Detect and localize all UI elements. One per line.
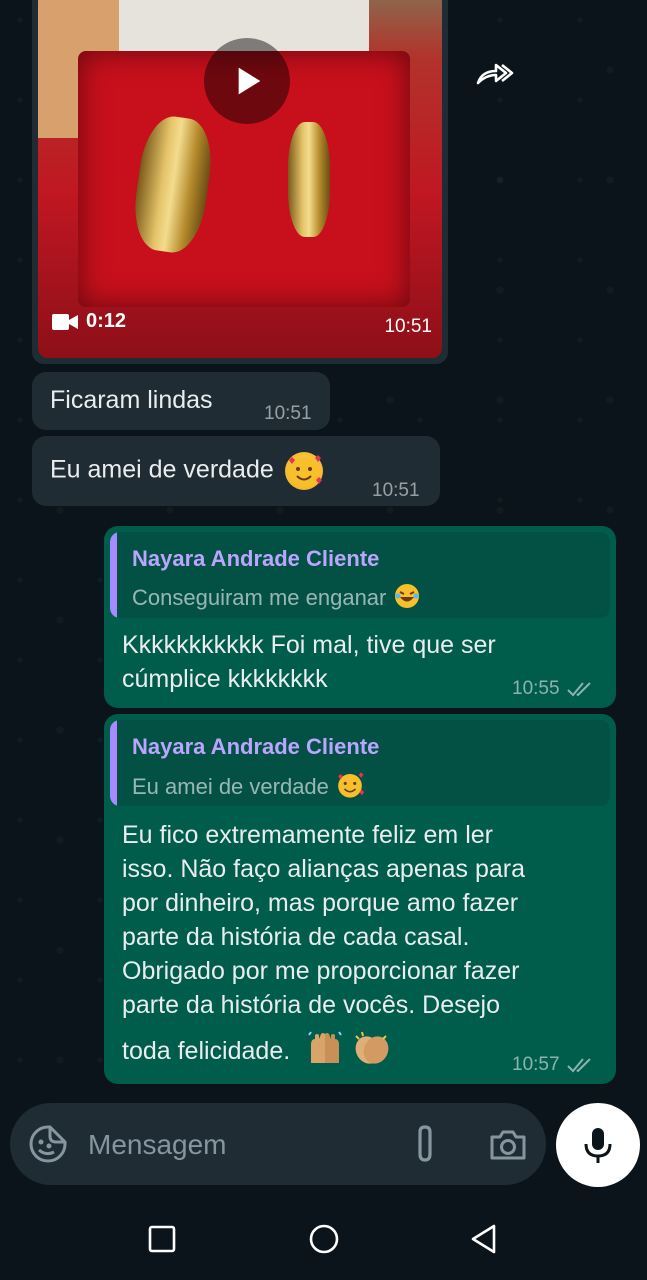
- message-input[interactable]: [86, 1121, 390, 1169]
- quoted-message[interactable]: Nayara Andrade Cliente Conseguiram me en…: [110, 532, 610, 618]
- video-timestamp: 10:51: [384, 316, 432, 337]
- message-line: Obrigado por me proporcionar fazer: [122, 957, 520, 985]
- message-line: isso. Não faço alianças apenas para: [122, 855, 526, 883]
- incoming-message[interactable]: Eu amei de verdade 10:51: [32, 436, 440, 506]
- double-check-icon: [566, 682, 591, 697]
- message-line: parte da história de cada casal.: [122, 923, 470, 951]
- double-check-icon: [566, 1058, 591, 1073]
- paperclip-icon[interactable]: [408, 1123, 440, 1165]
- play-icon[interactable]: [204, 38, 290, 124]
- video-duration-text: 0:12: [86, 310, 127, 332]
- video-duration: 0:12: [52, 310, 126, 333]
- message-line: Kkkkkkkkkkk Foi mal, tive que ser: [122, 631, 496, 659]
- video-camera-icon: [52, 313, 78, 330]
- quote-bar: [110, 532, 117, 618]
- message-line: por dinheiro, mas porque amo fazer: [122, 889, 519, 917]
- outgoing-message[interactable]: Nayara Andrade Cliente Conseguiram me en…: [104, 526, 616, 708]
- quoted-text: Eu amei de verdade: [132, 770, 365, 806]
- quoted-text-content: Conseguiram me enganar: [132, 584, 387, 610]
- message-timestamp: 10:55: [512, 678, 596, 700]
- recents-icon[interactable]: [142, 1219, 182, 1259]
- raised-hands-emoji: [307, 1029, 343, 1074]
- incoming-message[interactable]: Ficaram lindas 10:51: [32, 372, 330, 430]
- quoted-message[interactable]: Nayara Andrade Cliente Eu amei de verdad…: [110, 720, 610, 806]
- smiling-hearts-emoji: [284, 452, 323, 490]
- system-navigation-bar: [0, 1195, 647, 1280]
- message-line: parte da história de vocês. Desejo: [122, 991, 500, 1019]
- emoji-icon[interactable]: [28, 1124, 68, 1164]
- message-timestamp: 10:51: [372, 480, 420, 501]
- mic-icon[interactable]: [556, 1103, 640, 1187]
- message-composer[interactable]: [10, 1103, 546, 1185]
- laughing-emoji: [393, 582, 421, 616]
- message-text: Ficaram lindas: [50, 386, 213, 414]
- home-icon[interactable]: [304, 1219, 344, 1259]
- message-line: Eu fico extremamente feliz em ler: [122, 821, 493, 849]
- message-timestamp: 10:57: [512, 1054, 596, 1076]
- quoted-text: Conseguiram me enganar: [132, 582, 421, 616]
- thumbnail-ring-right: [288, 122, 330, 237]
- message-line-text: toda felicidade.: [122, 1037, 291, 1066]
- outgoing-message[interactable]: Nayara Andrade Cliente Eu amei de verdad…: [104, 714, 616, 1084]
- message-line: cúmplice kkkkkkkk: [122, 665, 328, 693]
- quote-bar: [110, 720, 117, 806]
- message-text-content: Eu amei de verdade: [50, 455, 274, 484]
- quoted-author: Nayara Andrade Cliente: [132, 734, 380, 759]
- back-icon[interactable]: [464, 1219, 504, 1259]
- camera-icon[interactable]: [488, 1125, 528, 1165]
- message-time: 10:55: [512, 678, 560, 699]
- message-line-last: toda felicidade.: [122, 1029, 392, 1075]
- clapping-hands-emoji: [352, 1030, 392, 1075]
- video-message[interactable]: 0:12 10:51: [32, 0, 448, 364]
- message-time: 10:57: [512, 1054, 560, 1075]
- smiling-hearts-emoji: [335, 770, 365, 806]
- quoted-text-content: Eu amei de verdade: [132, 773, 329, 799]
- message-timestamp: 10:51: [264, 403, 312, 424]
- video-thumbnail[interactable]: [38, 0, 442, 358]
- message-text: Eu amei de verdade: [50, 452, 323, 490]
- forward-icon[interactable]: [466, 46, 522, 102]
- quoted-author: Nayara Andrade Cliente: [132, 546, 380, 571]
